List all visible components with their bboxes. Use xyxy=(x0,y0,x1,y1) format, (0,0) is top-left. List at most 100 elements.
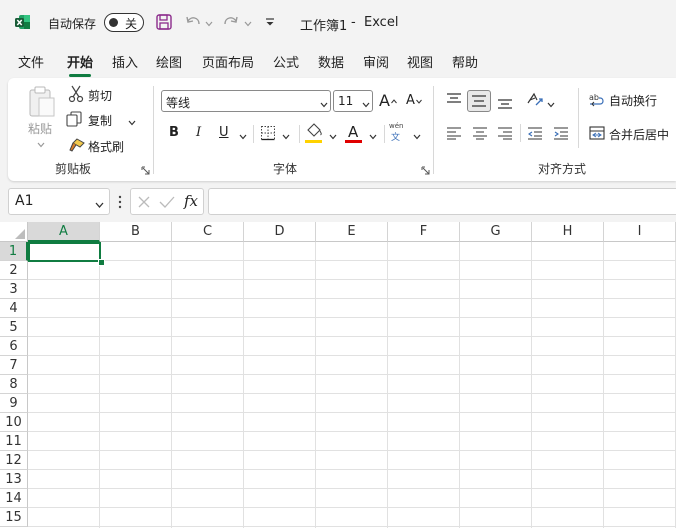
decrease-indent-icon[interactable] xyxy=(527,126,543,140)
more-options-icon[interactable] xyxy=(117,195,123,209)
cancel-icon[interactable] xyxy=(137,195,151,209)
column-header-h[interactable]: H xyxy=(532,222,604,242)
column-header-g[interactable]: G xyxy=(460,222,532,242)
paste-chevron-icon xyxy=(37,138,45,148)
row-header-6[interactable]: 6 xyxy=(0,337,28,356)
column-header-a[interactable]: A xyxy=(28,222,100,242)
tab-data[interactable]: 数据 xyxy=(318,52,344,71)
row-header-5[interactable]: 5 xyxy=(0,318,28,337)
underline-button[interactable]: U xyxy=(219,124,249,144)
tab-view[interactable]: 视图 xyxy=(407,52,433,71)
font-size-chevron-icon xyxy=(362,98,370,108)
font-launcher-icon[interactable] xyxy=(421,164,430,175)
customize-qat-icon[interactable] xyxy=(264,16,276,28)
row-header-1[interactable]: 1 xyxy=(0,242,28,261)
left-align-icon[interactable] xyxy=(446,126,462,140)
redo-dropdown-chevron-icon[interactable] xyxy=(244,17,252,27)
insert-function-button[interactable]: fx xyxy=(184,192,198,210)
select-all-corner[interactable] xyxy=(0,222,28,242)
redo-icon[interactable] xyxy=(222,13,240,31)
font-row-separator-2 xyxy=(299,125,300,143)
copy-chevron-icon[interactable] xyxy=(128,116,136,126)
row-header-15[interactable]: 15 xyxy=(0,508,28,527)
selected-cell[interactable] xyxy=(28,242,101,262)
tab-page-layout[interactable]: 页面布局 xyxy=(202,52,254,71)
orientation-button[interactable] xyxy=(526,91,556,111)
clipboard-launcher-icon[interactable] xyxy=(141,164,150,175)
font-name-chevron-icon xyxy=(320,98,328,108)
row-gridline xyxy=(28,393,676,394)
column-header-f[interactable]: F xyxy=(388,222,460,242)
phonetic-guide-button[interactable]: wén 文 xyxy=(389,122,423,146)
tab-file[interactable]: 文件 xyxy=(18,52,44,71)
column-header-c[interactable]: C xyxy=(172,222,244,242)
row-header-8[interactable]: 8 xyxy=(0,375,28,394)
wrap-text-button[interactable]: ab 自动换行 xyxy=(589,90,669,110)
spreadsheet-grid[interactable]: ABCDEFGHI 1 2 3 4 5 6 7 8 9 10 11 12 13 14 15 xyxy=(0,222,676,528)
row-header-2[interactable]: 2 xyxy=(0,261,28,280)
center-align-icon[interactable] xyxy=(472,126,488,140)
format-painter-button[interactable]: 格式刷 xyxy=(68,136,132,156)
font-group-label: 字体 xyxy=(273,162,298,176)
tab-draw[interactable]: 绘图 xyxy=(156,52,182,71)
undo-icon[interactable] xyxy=(184,13,202,31)
undo-dropdown-chevron-icon[interactable] xyxy=(205,17,213,27)
formula-bar: A1 fx xyxy=(0,184,676,220)
row-header-12[interactable]: 12 xyxy=(0,451,28,470)
autosave-toggle[interactable]: 关 xyxy=(104,13,144,32)
column-header-b[interactable]: B xyxy=(100,222,172,242)
increase-indent-icon[interactable] xyxy=(553,126,569,140)
row-header-11[interactable]: 11 xyxy=(0,432,28,451)
grow-font-button[interactable]: A xyxy=(378,90,398,112)
merge-center-button[interactable]: 合并后居中 xyxy=(589,124,675,144)
font-name-select[interactable]: 等线 xyxy=(161,90,331,112)
fill-color-chevron-icon xyxy=(329,130,337,140)
column-header-e[interactable]: E xyxy=(316,222,388,242)
phonetic-bottom-text: 文 xyxy=(391,133,401,143)
font-name-value: 等线 xyxy=(166,96,191,110)
borders-button[interactable] xyxy=(260,124,294,144)
right-align-icon[interactable] xyxy=(497,126,513,140)
shrink-arrow-icon xyxy=(416,93,422,104)
wrap-text-label: 自动换行 xyxy=(609,94,658,108)
tab-formulas[interactable]: 公式 xyxy=(273,52,299,71)
bold-button[interactable]: B xyxy=(169,125,179,140)
name-box[interactable]: A1 xyxy=(8,188,110,215)
save-icon[interactable] xyxy=(155,13,173,31)
middle-align-icon[interactable] xyxy=(467,90,491,112)
row-header-14[interactable]: 14 xyxy=(0,489,28,508)
row-header-7[interactable]: 7 xyxy=(0,356,28,375)
column-header-i[interactable]: I xyxy=(604,222,676,242)
fill-handle[interactable] xyxy=(98,259,105,266)
formula-input[interactable] xyxy=(208,188,676,215)
copy-button[interactable]: 复制 xyxy=(66,110,138,130)
row-header-9[interactable]: 9 xyxy=(0,394,28,413)
column-gridline xyxy=(531,242,532,528)
excel-logo-icon xyxy=(15,14,31,30)
cut-button[interactable]: 剪切 xyxy=(68,85,128,105)
row-header-10[interactable]: 10 xyxy=(0,413,28,432)
row-header-4[interactable]: 4 xyxy=(0,299,28,318)
bottom-align-icon[interactable] xyxy=(497,96,513,110)
row-header-13[interactable]: 13 xyxy=(0,470,28,489)
row-header-3[interactable]: 3 xyxy=(0,280,28,299)
italic-button[interactable]: I xyxy=(196,125,201,140)
column-header-d[interactable]: D xyxy=(244,222,316,242)
underline-chevron-icon xyxy=(239,130,247,140)
top-align-icon[interactable] xyxy=(446,92,462,106)
font-size-select[interactable]: 11 xyxy=(333,90,373,112)
fill-color-button[interactable] xyxy=(305,123,339,145)
clipboard-group-label: 剪贴板 xyxy=(55,162,92,176)
paste-button[interactable]: 粘贴 xyxy=(20,86,62,148)
alignment-group-label: 对齐方式 xyxy=(538,162,587,176)
font-color-button[interactable]: A xyxy=(345,123,379,145)
tab-insert[interactable]: 插入 xyxy=(112,52,138,71)
shrink-font-button[interactable]: A xyxy=(404,90,424,112)
enter-check-icon[interactable] xyxy=(159,195,175,209)
paste-label: 粘贴 xyxy=(28,122,53,136)
tab-home[interactable]: 开始 xyxy=(67,52,93,77)
format-painter-label: 格式刷 xyxy=(88,140,125,154)
cut-label: 剪切 xyxy=(88,89,113,103)
tab-review[interactable]: 审阅 xyxy=(363,52,389,71)
tab-help[interactable]: 帮助 xyxy=(452,52,478,71)
